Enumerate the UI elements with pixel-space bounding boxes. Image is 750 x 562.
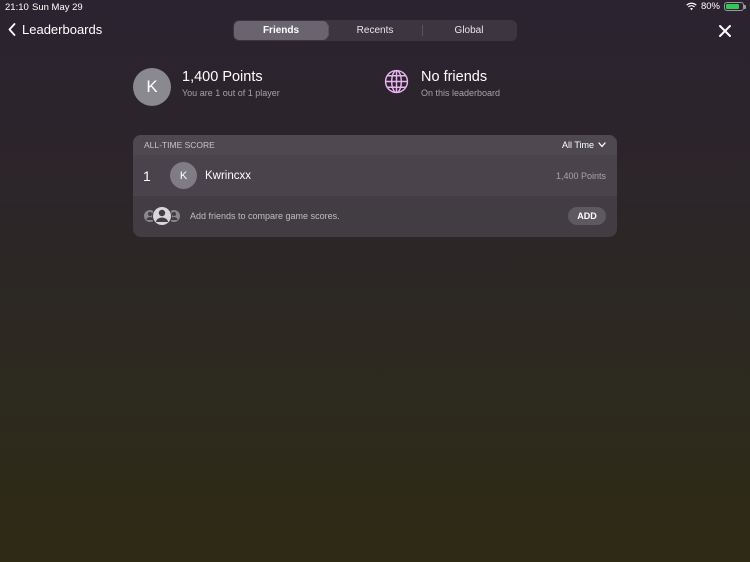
tab-global[interactable]: Global <box>422 21 516 40</box>
tab-friends[interactable]: Friends <box>234 21 328 40</box>
globe-icon <box>384 69 409 94</box>
add-friends-text: Add friends to compare game scores. <box>190 211 340 221</box>
friends-status-sub: On this leaderboard <box>421 88 501 98</box>
back-label: Leaderboards <box>22 22 103 37</box>
tab-recents[interactable]: Recents <box>328 21 422 40</box>
status-time: 21:10 <box>5 2 29 13</box>
leaderboard-row[interactable]: 1 K Kwrincxx 1,400 Points <box>133 155 617 196</box>
status-indicators: 80% <box>686 1 746 12</box>
add-friends-row: Add friends to compare game scores. ADD <box>133 196 617 237</box>
status-bar: 21:10 Sun May 29 80% <box>0 0 750 14</box>
chevron-left-icon <box>8 23 16 36</box>
battery-icon <box>724 2 746 11</box>
player-points: 1,400 Points <box>182 69 263 85</box>
player-rank-text: You are 1 out of 1 player <box>182 88 280 98</box>
back-button[interactable]: Leaderboards <box>8 22 102 37</box>
time-filter-label: All Time <box>561 140 594 150</box>
score-header: ALL-TIME SCORE <box>144 140 215 150</box>
player-score: 1,400 Points <box>555 171 606 181</box>
status-date: Sun May 29 <box>32 2 83 13</box>
wifi-icon <box>686 2 697 11</box>
avatar: K <box>170 162 197 189</box>
chevron-down-icon <box>598 142 606 148</box>
friends-status-title: No friends <box>421 69 488 85</box>
leaderboard-card: ALL-TIME SCORE All Time 1 K Kwrincxx 1,4… <box>133 135 617 237</box>
card-header: ALL-TIME SCORE All Time <box>133 135 617 155</box>
add-friends-button[interactable]: ADD <box>568 207 606 225</box>
player-rank: 1 <box>143 168 151 184</box>
player-avatar: K <box>133 68 171 106</box>
close-icon[interactable] <box>716 22 734 40</box>
battery-percent: 80% <box>700 1 720 12</box>
leaderboard-scope-tabs: Friends Recents Global <box>233 20 517 41</box>
time-filter-dropdown[interactable]: All Time <box>562 140 606 150</box>
player-name: Kwrincxx <box>205 170 252 182</box>
friends-group-icon <box>144 206 180 226</box>
